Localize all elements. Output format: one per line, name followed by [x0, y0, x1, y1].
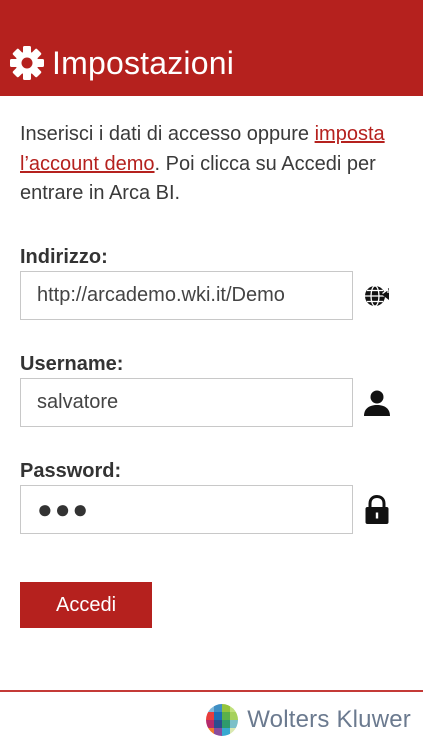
intro-text-before: Inserisci i dati di accesso oppure	[20, 123, 315, 145]
gear-icon	[10, 46, 44, 80]
wolters-kluwer-logo	[206, 704, 239, 736]
header-bar: Impostazioni	[0, 0, 423, 96]
password-label: Password:	[20, 460, 122, 482]
page-title: Impostazioni	[52, 44, 235, 81]
footer-brand: Wolters Kluwer	[205, 702, 411, 738]
footer-divider	[0, 690, 423, 692]
intro-text: Inserisci i dati di accesso oppure impos…	[20, 120, 410, 209]
lock-icon	[362, 495, 392, 525]
login-button[interactable]: Accedi	[20, 582, 152, 628]
brand-name: Wolters Kluwer	[247, 706, 411, 733]
address-field[interactable]	[20, 271, 353, 320]
username-field[interactable]	[20, 378, 353, 427]
username-label: Username:	[20, 353, 124, 375]
address-label: Indirizzo:	[20, 246, 108, 268]
user-icon	[362, 388, 392, 418]
globe-icon[interactable]	[362, 281, 392, 311]
password-field[interactable]	[20, 485, 353, 534]
